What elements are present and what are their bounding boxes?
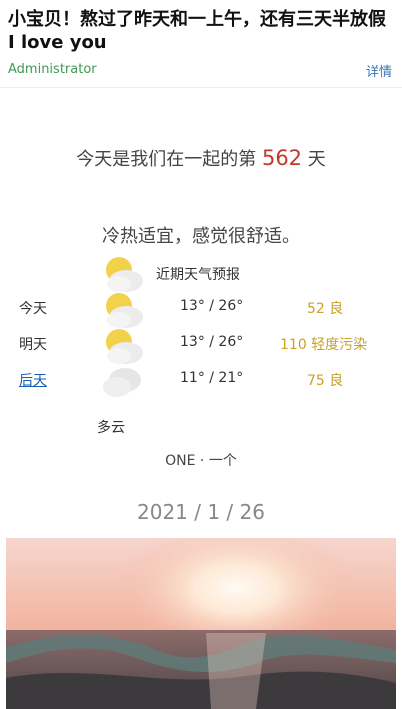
author-name[interactable]: Administrator	[8, 62, 97, 77]
forecast-day: 明天	[19, 337, 47, 353]
comfort-text: 冷热适宜，感觉很舒适。	[102, 226, 300, 247]
forecast-aqi: 75 良	[307, 373, 344, 389]
forecast-temp: 11° / 21°	[180, 370, 244, 386]
date-text: 2021 / 1 / 26	[137, 500, 265, 524]
days-together-prefix: 今天是我们在一起的第	[76, 149, 257, 170]
forecast-row: 今天 13° / 26° 52 良	[0, 294, 402, 322]
forecast-row: 后天 11° / 21° 75 良	[0, 366, 402, 394]
days-together-suffix: 天	[307, 149, 326, 170]
forecast-row: 明天 13° / 26° 110 轻度污染	[0, 330, 402, 358]
forecast-day-link[interactable]: 后天	[19, 370, 47, 390]
one-label: ONE · 一个	[165, 453, 237, 469]
detail-link[interactable]: 详情	[366, 61, 392, 80]
forecast-title: 近期天气预报	[156, 267, 240, 283]
sunset-ocean-image	[6, 538, 396, 709]
forecast-aqi: 110 轻度污染	[280, 337, 368, 353]
forecast-temp: 13° / 26°	[180, 298, 244, 314]
days-together-text: 今天是我们在一起的第 562 天	[0, 145, 402, 171]
forecast-aqi: 52 良	[307, 301, 344, 317]
forecast-temp: 13° / 26°	[180, 334, 244, 350]
article-header: 小宝贝！熬过了昨天和一上午，还有三天半放假 I love you Adminis…	[0, 0, 402, 88]
weather-condition: 多云	[97, 420, 125, 436]
days-together-count: 562	[261, 146, 303, 170]
forecast-day: 今天	[19, 301, 47, 317]
article-title: 小宝贝！熬过了昨天和一上午，还有三天半放假 I love you	[8, 9, 386, 53]
partly-cloudy-icon	[106, 257, 143, 292]
